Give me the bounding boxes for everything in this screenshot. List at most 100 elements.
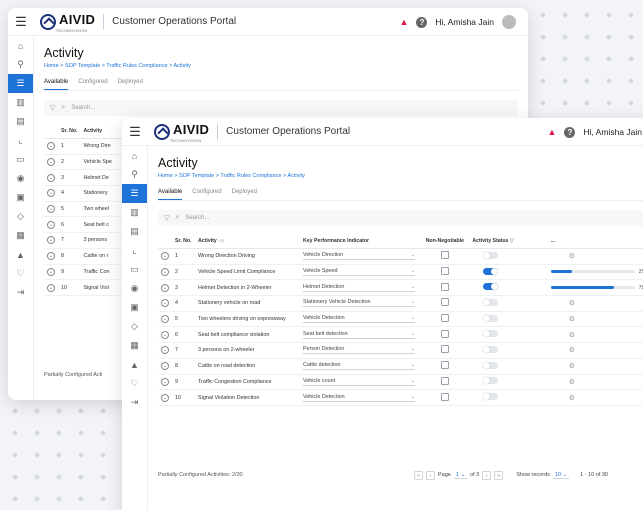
expand-row-icon[interactable]: ⌄ [161, 252, 169, 261]
video-icon[interactable]: ▣ [122, 298, 147, 317]
expand-row-icon[interactable]: ⌄ [161, 377, 169, 386]
shield-icon[interactable]: ◇ [8, 207, 33, 226]
expand-row-icon[interactable]: ⌄ [161, 315, 169, 324]
building-icon[interactable]: ▥ [122, 203, 147, 222]
dashboard-icon[interactable]: ▭ [8, 150, 33, 169]
kpi-select[interactable]: Helmet Detection ⌄ [303, 284, 416, 292]
tab-deployed[interactable]: Deployed [232, 189, 257, 200]
tab-configured[interactable]: Configured [78, 79, 107, 90]
avatar[interactable] [502, 15, 516, 29]
logout-icon[interactable]: ⇥ [122, 393, 147, 412]
report-icon[interactable]: ▦ [122, 336, 147, 355]
bank-icon[interactable]: ▲ [122, 355, 147, 374]
expand-row-icon[interactable]: ⌄ [161, 346, 169, 355]
activity-status-toggle[interactable] [483, 377, 499, 385]
non-negotiable-checkbox[interactable] [440, 376, 449, 385]
settings-gear-icon[interactable]: ⚙ [569, 253, 575, 260]
filter-icon[interactable]: ▽ [510, 238, 514, 244]
expand-row-icon[interactable]: ⌄ [47, 158, 55, 167]
expand-row-icon[interactable]: ⌄ [47, 173, 55, 182]
expand-row-icon[interactable]: ⌄ [47, 142, 55, 151]
activity-status-toggle[interactable] [483, 267, 499, 275]
settings-gear-icon[interactable]: ⚙ [569, 316, 575, 323]
sort-icon[interactable]: ↓≡ [218, 238, 224, 244]
kpi-select[interactable]: Vehicle Detection ⌄ [303, 394, 416, 402]
kpi-select[interactable]: Vehicle count ⌄ [303, 378, 416, 386]
non-negotiable-checkbox[interactable] [440, 298, 449, 307]
help-icon[interactable]: ? [564, 126, 576, 138]
expand-row-icon[interactable]: ⌄ [47, 220, 55, 229]
expand-row-icon[interactable]: ⌄ [161, 362, 169, 371]
activity-status-toggle[interactable] [483, 251, 499, 259]
breadcrumb[interactable]: Home > SOP Template > Traffic Rules Comp… [158, 173, 643, 179]
report-icon[interactable]: ▦ [8, 226, 33, 245]
kpi-select[interactable]: Vehicle Direction ⌄ [303, 252, 416, 261]
kpi-select[interactable]: Stationery Vehicle Detection ⌄ [303, 299, 416, 308]
bank-icon[interactable]: ▲ [8, 245, 33, 264]
non-negotiable-checkbox[interactable] [440, 267, 449, 276]
camera-icon[interactable]: ◉ [8, 169, 33, 188]
expand-row-icon[interactable]: ⌄ [161, 330, 169, 339]
expand-row-icon[interactable]: ⌄ [47, 205, 55, 214]
dashboard-icon[interactable]: ▭ [122, 260, 147, 279]
shield-icon[interactable]: ◇ [122, 317, 147, 336]
home-icon[interactable]: ⌂ [8, 36, 33, 55]
search-input[interactable]: Search... [71, 105, 95, 111]
last-page-button[interactable]: » [494, 470, 504, 480]
settings-gear-icon[interactable]: ⚙ [569, 379, 575, 386]
tab-available[interactable]: Available [44, 79, 69, 90]
next-page-button[interactable]: › [482, 470, 492, 480]
chart-icon[interactable]: ⌞ [122, 241, 147, 260]
expand-row-icon[interactable]: ⌄ [47, 283, 55, 292]
video-icon[interactable]: ▣ [8, 188, 33, 207]
tab-configured[interactable]: Configured [192, 189, 221, 200]
activity-status-toggle[interactable] [483, 314, 499, 322]
expand-row-icon[interactable]: ⌄ [161, 393, 169, 402]
non-negotiable-checkbox[interactable] [440, 361, 449, 370]
kpi-select[interactable]: Vehicle Detection ⌄ [303, 315, 416, 324]
search-input[interactable]: Search... [185, 215, 209, 221]
page-select[interactable]: 1 ⌄ [453, 472, 468, 479]
tab-available[interactable]: Available [158, 189, 183, 200]
non-negotiable-checkbox[interactable] [440, 251, 449, 260]
expand-row-icon[interactable]: ⌄ [47, 236, 55, 245]
hierarchy-icon[interactable]: ⚲ [122, 165, 147, 184]
non-negotiable-checkbox[interactable] [440, 314, 449, 323]
tab-deployed[interactable]: Deployed [118, 79, 143, 90]
expand-row-icon[interactable]: ⌄ [47, 252, 55, 261]
heart-icon[interactable]: ♡ [122, 374, 147, 393]
chart-icon[interactable]: ⌞ [8, 131, 33, 150]
expand-row-icon[interactable]: ⌄ [161, 268, 169, 277]
expand-row-icon[interactable]: ⌄ [161, 283, 169, 292]
activity-list-icon[interactable]: ☰ [122, 184, 147, 203]
non-negotiable-checkbox[interactable] [440, 392, 449, 401]
logout-icon[interactable]: ⇥ [8, 283, 33, 302]
kpi-select[interactable]: Seat belt detection ⌄ [303, 331, 416, 339]
kpi-select[interactable]: Person Detection ⌄ [303, 346, 416, 355]
camera-icon[interactable]: ◉ [122, 279, 147, 298]
home-icon[interactable]: ⌂ [122, 146, 147, 165]
records-select[interactable]: 10 ⌄ [552, 472, 570, 479]
settings-gear-icon[interactable]: ⚙ [569, 395, 575, 402]
first-page-button[interactable]: « [414, 470, 423, 480]
filter-icon[interactable]: ▽ [164, 214, 169, 222]
clipboard-icon[interactable]: ▤ [8, 112, 33, 131]
activity-status-toggle[interactable] [483, 283, 499, 291]
prev-page-button[interactable]: ‹ [426, 470, 435, 480]
menu-icon[interactable]: ☰ [8, 14, 34, 30]
notification-icon[interactable]: ▲ [547, 127, 556, 137]
settings-gear-icon[interactable]: ⚙ [569, 347, 575, 354]
settings-gear-icon[interactable]: ⚙ [569, 332, 575, 339]
filter-icon[interactable]: ▽ [50, 104, 55, 112]
building-icon[interactable]: ▥ [8, 93, 33, 112]
activity-status-toggle[interactable] [483, 345, 499, 353]
non-negotiable-checkbox[interactable] [440, 329, 449, 338]
heart-icon[interactable]: ♡ [8, 264, 33, 283]
help-icon[interactable]: ? [416, 16, 428, 28]
clipboard-icon[interactable]: ▤ [122, 222, 147, 241]
expand-row-icon[interactable]: ⌄ [47, 189, 55, 198]
activity-status-toggle[interactable] [483, 393, 499, 401]
expand-row-icon[interactable]: ⌄ [161, 299, 169, 308]
activity-list-icon[interactable]: ☰ [8, 74, 33, 93]
expand-row-icon[interactable]: ⌄ [47, 267, 55, 276]
